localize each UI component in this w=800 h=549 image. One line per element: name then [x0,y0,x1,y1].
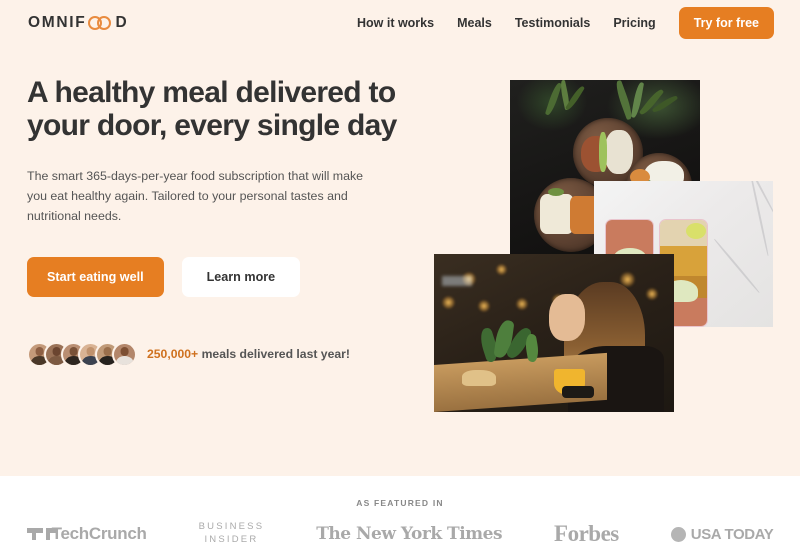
nav-link-how-it-works[interactable]: How it works [357,16,434,30]
brand-label-new-york-times: The New York Times [316,524,503,544]
brand-logo-business-insider: BUSINESS INSIDER [199,521,265,547]
nav-link-pricing[interactable]: Pricing [613,16,655,30]
brand-logos: TechCrunch BUSINESS INSIDER The New York… [0,521,800,547]
infinity-icon [88,16,114,30]
hero-section: OMNIF D How it works Meals Testimonials … [0,0,800,476]
delivered-meals-count: 250,000+ [147,347,199,362]
brand-label-techcrunch: TechCrunch [51,524,147,543]
usa-today-circle-icon [670,526,686,542]
site-header: OMNIF D How it works Meals Testimonials … [0,0,800,46]
brand-logo-new-york-times: The New York Times [316,524,502,544]
logo-text-before: OMNIF [28,14,87,31]
brand-label-insider: INSIDER [204,534,259,545]
brand-logo-usa-today: USA TODAY [670,525,774,543]
omnifood-landing-page: OMNIF D How it works Meals Testimonials … [0,0,800,549]
try-for-free-button[interactable]: Try for free [678,7,774,39]
hero-buttons: Start eating well Learn more [27,256,397,297]
as-featured-in-section: AS FEATURED IN TechCrunch BUSINESS INSID… [0,476,800,549]
delivered-meals-block: 250,000+ meals delivered last year! [27,341,397,367]
delivered-meals-text: 250,000+ meals delivered last year! [147,347,350,361]
logo[interactable]: OMNIF D [28,14,128,32]
learn-more-button[interactable]: Learn more [181,256,301,297]
main-navigation: How it works Meals Testimonials Pricing … [357,7,774,39]
techcrunch-mark-icon [26,525,58,543]
brand-label-usa-today: USA TODAY [690,525,774,543]
start-eating-well-button[interactable]: Start eating well [27,256,164,297]
hero-description: The smart 365-days-per-year food subscri… [27,168,364,223]
delivered-meals-label: meals delivered last year! [198,347,350,362]
brand-label-business: BUSINESS [198,521,265,533]
brand-label-forbes: Forbes [554,521,619,546]
featured-heading: AS FEATURED IN [356,498,444,508]
nav-link-meals[interactable]: Meals [457,16,492,30]
hero-image-woman-eating [434,254,674,412]
brand-logo-forbes: Forbes [554,521,619,547]
nav-link-testimonials[interactable]: Testimonials [515,16,590,30]
customer-avatars [27,341,137,367]
logo-text-after: D [115,14,129,31]
hero-text-column: A healthy meal delivered to your door, e… [27,76,397,367]
brand-logo-techcrunch: TechCrunch [26,524,147,544]
hero-title: A healthy meal delivered to your door, e… [27,76,397,143]
avatar [112,341,137,367]
